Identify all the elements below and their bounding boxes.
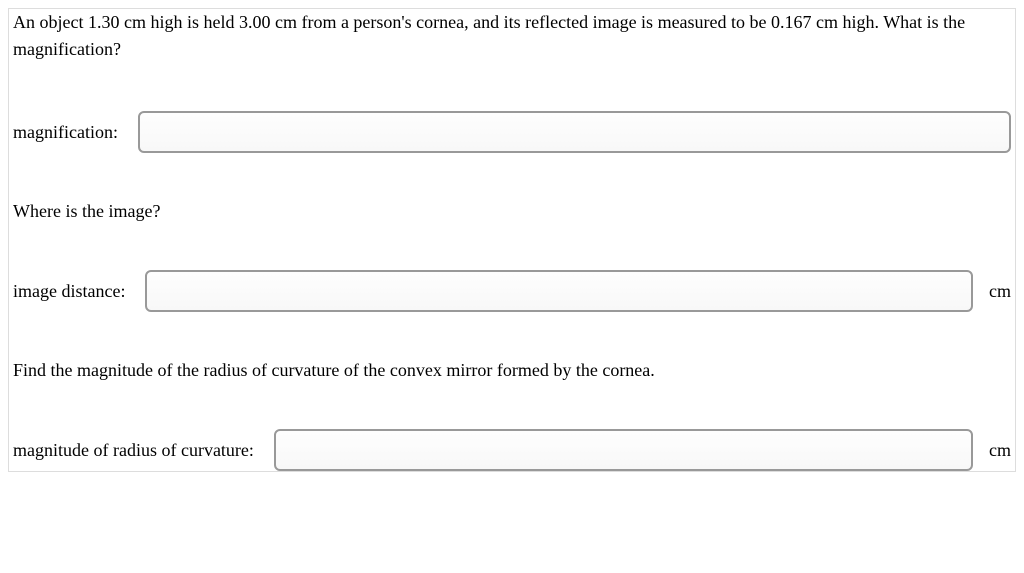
image-distance-unit: cm bbox=[989, 281, 1011, 302]
radius-row: magnitude of radius of curvature: cm bbox=[13, 429, 1011, 471]
magnification-label: magnification: bbox=[13, 122, 118, 143]
problem-statement: An object 1.30 cm high is held 3.00 cm f… bbox=[13, 9, 1011, 63]
problem-container: An object 1.30 cm high is held 3.00 cm f… bbox=[8, 8, 1016, 472]
radius-unit: cm bbox=[989, 440, 1011, 461]
radius-prompt: Find the magnitude of the radius of curv… bbox=[13, 360, 1011, 381]
magnification-input[interactable] bbox=[138, 111, 1011, 153]
image-distance-prompt: Where is the image? bbox=[13, 201, 1011, 222]
magnification-row: magnification: bbox=[13, 111, 1011, 153]
image-distance-row: image distance: cm bbox=[13, 270, 1011, 312]
image-distance-label: image distance: bbox=[13, 281, 125, 302]
radius-label: magnitude of radius of curvature: bbox=[13, 440, 254, 461]
image-distance-input[interactable] bbox=[145, 270, 973, 312]
radius-input[interactable] bbox=[274, 429, 973, 471]
